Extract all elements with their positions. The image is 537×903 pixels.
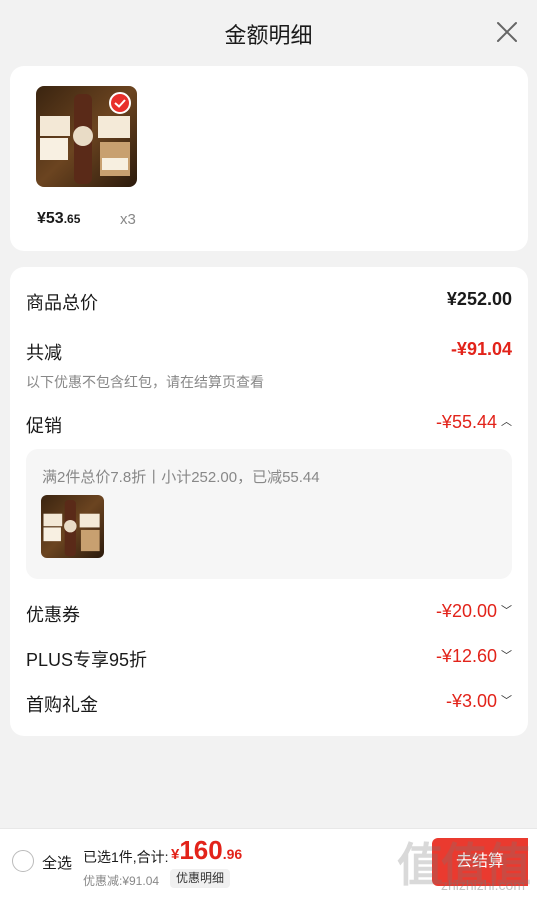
select-all-radio[interactable] xyxy=(12,850,34,872)
chevron-down-icon[interactable]: ﹀ xyxy=(501,647,512,663)
product-image[interactable] xyxy=(36,86,137,187)
promotion-row[interactable]: 促销 -¥55.44 ︿ xyxy=(26,412,512,440)
select-all-label[interactable]: 全选 xyxy=(42,852,72,873)
chevron-down-icon[interactable]: ﹀ xyxy=(501,602,512,618)
discount-summary: 优惠减:¥91.04 xyxy=(83,874,160,888)
close-icon[interactable] xyxy=(495,20,519,44)
chevron-up-icon[interactable]: ︿ xyxy=(501,413,512,429)
first-purchase-value-wrap: -¥3.00 ﹀ xyxy=(446,691,512,712)
item-price: ¥53.65 xyxy=(37,210,80,228)
coupon-value-wrap: -¥20.00 ﹀ xyxy=(436,601,512,622)
total-decimal: .96 xyxy=(222,846,243,862)
discount-note: 以下优惠不包含红包，请在结算页查看 xyxy=(26,374,264,390)
promotion-label: 促销 xyxy=(26,416,62,436)
item-price-main: ¥53 xyxy=(37,210,64,227)
promotion-value-wrap: -¥55.44 ︿ xyxy=(436,412,512,433)
total-value: ¥252.00 xyxy=(446,289,512,309)
first-purchase-row[interactable]: 首购礼金 -¥3.00 ﹀ xyxy=(26,691,512,719)
reduced-value: -¥91.04 xyxy=(450,339,512,359)
total-amount: ¥160.96 xyxy=(171,835,242,866)
header: 金额明细 xyxy=(0,0,537,64)
reduced-row: 共减 -¥91.04 xyxy=(26,339,512,367)
discount-detail-button[interactable]: 优惠明细 xyxy=(170,869,231,888)
selected-summary: 已选1件,合计: xyxy=(83,849,169,865)
promotion-value: -¥55.44 xyxy=(435,412,497,432)
total-label: 商品总价 xyxy=(26,293,98,313)
first-purchase-label: 首购礼金 xyxy=(26,695,98,715)
item-quantity: x3 xyxy=(120,211,136,228)
chevron-down-icon[interactable]: ﹀ xyxy=(501,692,512,708)
plus-value: -¥12.60 xyxy=(435,646,497,666)
watermark-url: zhizhizhi.com xyxy=(440,877,525,893)
bottom-bar: 全选 已选1件,合计: ¥160.96 优惠减:¥91.04 优惠明细 去结算 … xyxy=(0,828,537,903)
coupon-value: -¥20.00 xyxy=(435,601,497,621)
first-purchase-value: -¥3.00 xyxy=(445,691,497,711)
plus-row[interactable]: PLUS专享95折 -¥12.60 ﹀ xyxy=(26,646,512,674)
page-title: 金额明细 xyxy=(224,23,313,48)
coupon-label: 优惠券 xyxy=(26,605,80,625)
item-price-decimal: .65 xyxy=(63,212,81,226)
promotion-detail-box: 满2件总价7.8折丨小计252.00，已减55.44 xyxy=(26,449,512,579)
total-row: 商品总价 ¥252.00 xyxy=(26,289,512,317)
total-integer: 160 xyxy=(179,835,223,865)
price-breakdown-card: 商品总价 ¥252.00 共减 -¥91.04 以下优惠不包含红包，请在结算页查… xyxy=(10,267,528,736)
selected-check-icon xyxy=(109,92,131,114)
coupon-row[interactable]: 优惠券 -¥20.00 ﹀ xyxy=(26,601,512,629)
plus-value-wrap: -¥12.60 ﹀ xyxy=(436,646,512,667)
plus-label: PLUS专享95折 xyxy=(26,650,148,670)
promotion-product-image[interactable] xyxy=(41,495,104,558)
promotion-detail-text: 满2件总价7.8折丨小计252.00，已减55.44 xyxy=(42,469,320,486)
reduced-label: 共减 xyxy=(26,343,62,363)
product-card: ¥53.65 x3 xyxy=(10,66,528,251)
